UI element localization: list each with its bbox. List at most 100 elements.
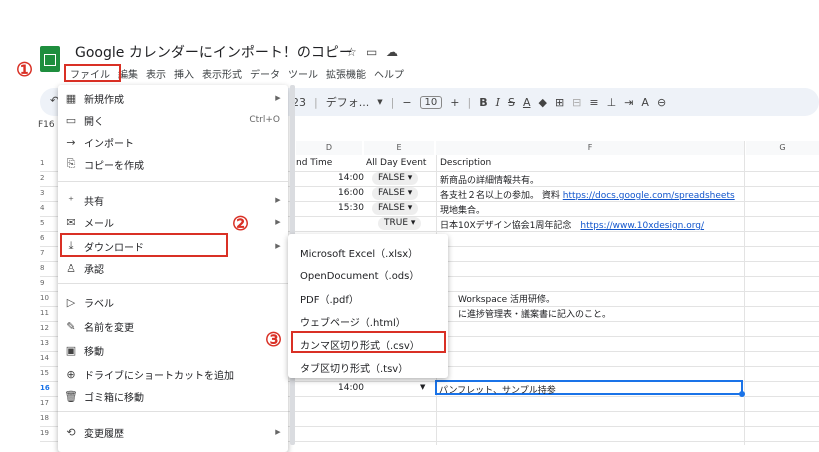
menu-extensions[interactable]: 拡張機能 <box>322 66 370 82</box>
csv-highlight <box>291 331 446 353</box>
website-link[interactable]: https://www.10xdesign.org/ <box>580 221 704 231</box>
cell-d4[interactable]: 15:30 <box>338 203 364 213</box>
row-number-11[interactable]: 11 <box>40 309 58 317</box>
cloud-icon[interactable]: ☁ <box>386 45 398 59</box>
menu-item-open[interactable]: ▭ 開く Ctrl+O <box>58 109 288 131</box>
bold-icon[interactable]: B <box>479 96 487 109</box>
folder-icon[interactable]: ▭ <box>366 45 377 59</box>
download-tsv[interactable]: タブ区切り形式（.tsv） <box>300 360 408 375</box>
menu-item-history[interactable]: ⟲ 変更履歴 ▶ <box>58 421 288 443</box>
spreadsheet-link[interactable]: https://docs.google.com/spreadsheets <box>563 191 735 201</box>
row-number-19[interactable]: 19 <box>40 429 58 437</box>
star-icon[interactable]: ☆ <box>346 45 357 59</box>
row-number-13[interactable]: 13 <box>40 339 58 347</box>
cell-f5[interactable]: 日本10Xデザイン協会1周年記念 https://www.10xdesign.o… <box>440 218 704 231</box>
download-ods[interactable]: OpenDocument（.ods） <box>300 267 419 282</box>
download-html[interactable]: ウェブページ（.html） <box>300 314 406 329</box>
email-icon: ✉ <box>66 215 76 229</box>
row-number-14[interactable]: 14 <box>40 354 58 362</box>
sheets-logo-icon[interactable] <box>40 46 60 72</box>
cell-f10[interactable]: Workspace 活用研修。 <box>458 292 555 305</box>
menu-item-new[interactable]: ▦ 新規作成 ▶ <box>58 87 288 109</box>
row-number-7[interactable]: 7 <box>40 249 58 257</box>
row-number-16[interactable]: 16 <box>40 384 58 392</box>
menu-item-shortcut[interactable]: ⊕ ドライブにショートカットを追加 <box>58 363 288 385</box>
cell-e2[interactable]: FALSE ▾ <box>372 172 419 185</box>
cell-e3[interactable]: FALSE ▾ <box>372 187 419 200</box>
column-header-g[interactable]: G <box>746 141 819 155</box>
copy-icon: ⎘ <box>66 157 76 170</box>
font-select[interactable]: デフォ... <box>326 94 370 110</box>
menu-tools[interactable]: ツール <box>284 66 322 82</box>
link-icon[interactable]: ⊖ <box>657 96 666 109</box>
download-submenu: Microsoft Excel（.xlsx） OpenDocument（.ods… <box>288 234 448 378</box>
callout-1: ① <box>16 59 34 81</box>
name-box[interactable]: F16 <box>38 120 55 130</box>
menu-insert[interactable]: 挿入 <box>170 66 198 82</box>
column-header-e[interactable]: E <box>364 141 434 155</box>
increase-font-button[interactable]: + <box>450 96 459 109</box>
fill-color-icon[interactable]: ◆ <box>538 96 546 109</box>
rotate-icon[interactable]: A <box>641 96 649 109</box>
menu-item-copy[interactable]: ⎘ コピーを作成 <box>58 153 288 175</box>
menu-item-rename[interactable]: ✎ 名前を変更 <box>58 315 288 337</box>
row-number-4[interactable]: 4 <box>40 204 58 212</box>
cell-f3[interactable]: 各支社２名以上の参加。 資料 https://docs.google.com/s… <box>440 188 735 201</box>
menu-item-import[interactable]: → インポート <box>58 131 288 153</box>
menu-item-move[interactable]: ▣ 移動 <box>58 339 288 361</box>
cell-f4[interactable]: 現地集合。 <box>440 203 485 216</box>
cell-f2[interactable]: 新商品の詳細情報共有。 <box>440 173 539 186</box>
download-xlsx[interactable]: Microsoft Excel（.xlsx） <box>300 245 418 260</box>
selected-cell-f16[interactable]: パンフレット、サンプル持参 <box>435 380 745 397</box>
chevron-down-icon[interactable]: ▼ <box>420 383 425 391</box>
cell-e5[interactable]: TRUE ▾ <box>378 217 422 230</box>
column-header-d[interactable]: D <box>296 141 362 155</box>
row-number-3[interactable]: 3 <box>40 189 58 197</box>
row-number-17[interactable]: 17 <box>40 399 58 407</box>
decrease-font-button[interactable]: − <box>402 96 411 109</box>
borders-icon[interactable]: ⊞ <box>555 96 564 109</box>
merge-icon[interactable]: ⊟ <box>572 96 581 109</box>
row-number-15[interactable]: 15 <box>40 369 58 377</box>
cell-d16[interactable]: 14:00 <box>338 383 364 393</box>
cell-e4[interactable]: FALSE ▾ <box>372 202 419 215</box>
row-number-2[interactable]: 2 <box>40 174 58 182</box>
menu-item-email[interactable]: ✉ メール ▶ <box>58 211 288 233</box>
menu-data[interactable]: データ <box>246 66 284 82</box>
cell-d2[interactable]: 14:00 <box>338 173 364 183</box>
row-number-18[interactable]: 18 <box>40 414 58 422</box>
row-number-5[interactable]: 5 <box>40 219 58 227</box>
column-header-f[interactable]: F <box>436 141 744 155</box>
menu-item-approve[interactable]: ♙ 承認 <box>58 257 288 279</box>
download-pdf[interactable]: PDF（.pdf） <box>300 291 359 306</box>
cell-d3[interactable]: 16:00 <box>338 188 364 198</box>
text-color-icon[interactable]: A <box>523 96 531 109</box>
row-number-6[interactable]: 6 <box>40 234 58 242</box>
menu-help[interactable]: ヘルプ <box>370 66 408 82</box>
wrap-icon[interactable]: ⇥ <box>624 96 633 109</box>
file-menu-highlight <box>64 64 121 82</box>
row-number-8[interactable]: 8 <box>40 264 58 272</box>
cell-e1[interactable]: All Day Event <box>366 158 426 168</box>
valign-icon[interactable]: ⊥ <box>607 96 617 109</box>
document-title[interactable]: Google カレンダーにインポート！のコピー <box>75 42 353 62</box>
strikethrough-icon[interactable]: S <box>508 96 515 109</box>
menu-format[interactable]: 表示形式 <box>198 66 246 82</box>
font-size-input[interactable]: 10 <box>419 95 443 109</box>
menu-item-share[interactable]: ⁺ 共有 ▶ <box>58 189 288 211</box>
row-number-9[interactable]: 9 <box>40 279 58 287</box>
cell-d1[interactable]: nd Time <box>296 158 332 168</box>
submenu-arrow-icon: ▶ <box>275 428 281 436</box>
history-icon: ⟲ <box>66 425 76 439</box>
menu-view[interactable]: 表示 <box>142 66 170 82</box>
italic-icon[interactable]: I <box>496 96 500 109</box>
align-icon[interactable]: ≡ <box>589 96 598 109</box>
row-number-12[interactable]: 12 <box>40 324 58 332</box>
cell-f1[interactable]: Description <box>440 158 491 168</box>
cell-f11[interactable]: に進捗管理表・議案書に記入のこと。 <box>458 307 611 320</box>
label-icon: ▷ <box>66 295 76 309</box>
row-number-10[interactable]: 10 <box>40 294 58 302</box>
menu-item-trash[interactable]: 🗑 ゴミ箱に移動 <box>58 385 288 407</box>
menu-item-label[interactable]: ▷ ラベル <box>58 291 288 313</box>
row-number-1[interactable]: 1 <box>40 159 58 167</box>
